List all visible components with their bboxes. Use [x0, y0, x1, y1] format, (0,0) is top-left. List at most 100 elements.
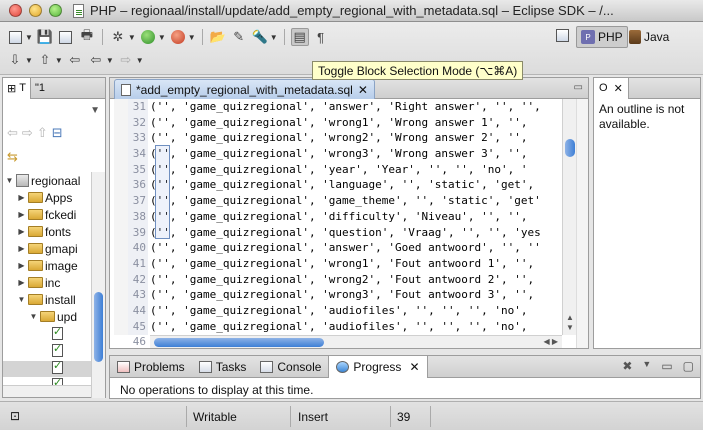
- collapse-all-icon[interactable]: ⊟: [52, 125, 63, 141]
- triangle-right-icon[interactable]: ▶: [17, 193, 26, 202]
- code-line[interactable]: ('', 'game_quizregional', 'difficulty', …: [150, 209, 562, 225]
- print-button[interactable]: 🖶: [78, 27, 96, 46]
- chevron-down-icon[interactable]: ▼: [270, 33, 278, 42]
- code-line[interactable]: ('', 'game_quizregional', 'year', 'Year'…: [150, 162, 562, 178]
- scroll-arrows[interactable]: ▲ ▼: [563, 313, 577, 333]
- scrollbar-thumb[interactable]: [565, 139, 575, 157]
- open-type-button[interactable]: 📂: [209, 28, 227, 46]
- show-whitespace-button[interactable]: ¶: [312, 28, 330, 46]
- fast-view-icon[interactable]: ⊡: [10, 409, 24, 423]
- triangle-down-icon[interactable]: ▼: [5, 176, 14, 185]
- chevron-down-icon[interactable]: ▼: [25, 33, 33, 42]
- close-window-button[interactable]: [9, 4, 22, 17]
- next-annotation-button[interactable]: ⇩: [6, 51, 24, 69]
- chevron-down-icon[interactable]: ▼: [136, 56, 144, 65]
- code-line[interactable]: ('', 'game_quizregional', 'audiofiles', …: [150, 303, 562, 319]
- triangle-down-icon[interactable]: ▼: [17, 295, 26, 304]
- maximize-icon[interactable]: ▢: [683, 359, 694, 373]
- chevron-down-icon[interactable]: ▼: [128, 33, 136, 42]
- close-icon[interactable]: ✕: [358, 83, 368, 97]
- chevron-down-icon[interactable]: ▼: [106, 56, 114, 65]
- code-line[interactable]: ('', 'game_quizregional', 'question', 'V…: [150, 225, 562, 241]
- tree-item[interactable]: [3, 325, 91, 342]
- scrollbar-thumb[interactable]: [154, 338, 324, 347]
- close-icon[interactable]: ✕: [409, 360, 419, 374]
- chevron-down-icon[interactable]: ▼: [158, 33, 166, 42]
- tree-item[interactable]: ▶ fonts: [3, 223, 91, 240]
- previous-annotation-button[interactable]: ⇧: [36, 51, 54, 69]
- triangle-right-icon[interactable]: ▶: [17, 227, 26, 236]
- tab-hidden-views[interactable]: "1: [31, 78, 49, 99]
- code-line[interactable]: ('', 'game_quizregional', 'wrong3', 'Fou…: [150, 287, 562, 303]
- scroll-arrows[interactable]: ◀ ▶: [543, 337, 558, 346]
- toggle-block-selection-button[interactable]: ▤: [290, 28, 309, 46]
- editor-tab[interactable]: *add_empty_regional_with_metadata.sql ✕: [114, 79, 375, 99]
- code-line[interactable]: ('', 'game_quizregional', 'language', ''…: [150, 177, 562, 193]
- code-line[interactable]: ('', 'game_quizregional', 'wrong3', 'Wro…: [150, 146, 562, 162]
- code-area[interactable]: ('', 'game_quizregional', 'answer', 'Rig…: [150, 99, 562, 335]
- tab-type-hierarchy[interactable]: ⊞ T: [3, 77, 31, 99]
- back-icon[interactable]: ⇦: [7, 125, 18, 141]
- minimize-maximize-icon[interactable]: ▭: [574, 82, 583, 93]
- perspective-java[interactable]: Java: [625, 26, 673, 48]
- code-line[interactable]: ('', 'game_quizregional', 'wrong2', 'Wro…: [150, 130, 562, 146]
- navigator-view-menu[interactable]: ▼: [3, 99, 105, 121]
- save-all-button[interactable]: [57, 28, 75, 46]
- code-line[interactable]: ('', 'game_quizregional', 'answer', 'Goe…: [150, 240, 562, 256]
- open-perspective-button[interactable]: [556, 29, 570, 43]
- code-line[interactable]: ('', 'game_quizregional', 'wrong1', 'Fou…: [150, 256, 562, 272]
- status-insert-mode[interactable]: Insert: [298, 410, 328, 424]
- new-wizard-button[interactable]: [6, 28, 24, 46]
- perspective-php[interactable]: P PHP: [576, 26, 628, 48]
- scrollbar-thumb[interactable]: [94, 292, 103, 362]
- tree-item[interactable]: [3, 359, 91, 376]
- tree-item[interactable]: ▶ fckedi: [3, 206, 91, 223]
- chevron-down-icon[interactable]: ▼: [188, 33, 196, 42]
- external-tools-button[interactable]: [169, 28, 187, 46]
- chevron-down-icon[interactable]: ▼: [55, 56, 63, 65]
- tree-item[interactable]: [3, 342, 91, 359]
- remove-all-finished-icon[interactable]: ✖: [622, 359, 632, 373]
- triangle-right-icon[interactable]: ▶: [17, 261, 26, 270]
- navigator-horizontal-scrollbar[interactable]: [3, 385, 91, 397]
- code-line[interactable]: ('', 'game_quizregional', 'game_theme', …: [150, 193, 562, 209]
- tree-item[interactable]: ▼ upd: [3, 308, 91, 325]
- open-task-button[interactable]: ✎: [230, 28, 248, 46]
- triangle-right-icon[interactable]: ▶: [17, 210, 26, 219]
- tree-item[interactable]: ▶ Apps: [3, 189, 91, 206]
- view-menu-icon[interactable]: ▼: [642, 359, 651, 373]
- code-line[interactable]: ('', 'game_quizregional', 'wrong2', 'Fou…: [150, 272, 562, 288]
- triangle-right-icon[interactable]: ▶: [17, 244, 26, 253]
- tree-item[interactable]: ▼ regionaal: [3, 172, 91, 189]
- tree-item[interactable]: ▶ image: [3, 257, 91, 274]
- editor-vertical-scrollbar[interactable]: ▲ ▼: [562, 99, 576, 335]
- forward-icon[interactable]: ⇨: [22, 125, 33, 141]
- last-edit-location-button[interactable]: ⇦: [66, 51, 84, 69]
- code-line[interactable]: ('', 'game_quizregional', 'audiofiles', …: [150, 319, 562, 335]
- link-with-editor-icon[interactable]: ⇆: [7, 149, 18, 165]
- up-icon[interactable]: ⇧: [37, 125, 48, 141]
- tab-problems[interactable]: Problems: [110, 356, 192, 378]
- editor-horizontal-scrollbar[interactable]: ◀ ▶: [150, 335, 562, 348]
- tree-item[interactable]: ▼ install: [3, 291, 91, 308]
- forward-button[interactable]: ⇨: [117, 51, 135, 69]
- triangle-down-icon[interactable]: ▼: [29, 312, 38, 321]
- chevron-down-icon[interactable]: ▼: [25, 56, 33, 65]
- tab-console[interactable]: Console: [253, 356, 328, 378]
- tab-outline[interactable]: O ✕: [594, 77, 629, 99]
- back-button[interactable]: ⇦: [87, 51, 105, 69]
- tree-item[interactable]: ▶ inc: [3, 274, 91, 291]
- search-button[interactable]: 🔦: [251, 28, 269, 46]
- minimize-window-button[interactable]: [29, 4, 42, 17]
- zoom-window-button[interactable]: [49, 4, 62, 17]
- run-button[interactable]: [139, 28, 157, 46]
- debug-button[interactable]: ✲: [109, 28, 127, 46]
- save-button[interactable]: 💾: [36, 28, 54, 46]
- minimize-icon[interactable]: ▭: [661, 359, 672, 373]
- tab-progress[interactable]: Progress ✕: [328, 355, 428, 378]
- tab-tasks[interactable]: Tasks: [192, 356, 254, 378]
- navigator-vertical-scrollbar[interactable]: [91, 172, 105, 398]
- triangle-right-icon[interactable]: ▶: [17, 278, 26, 287]
- tree-item[interactable]: ▶ gmapi: [3, 240, 91, 257]
- code-line[interactable]: ('', 'game_quizregional', 'answer', 'Rig…: [150, 99, 562, 115]
